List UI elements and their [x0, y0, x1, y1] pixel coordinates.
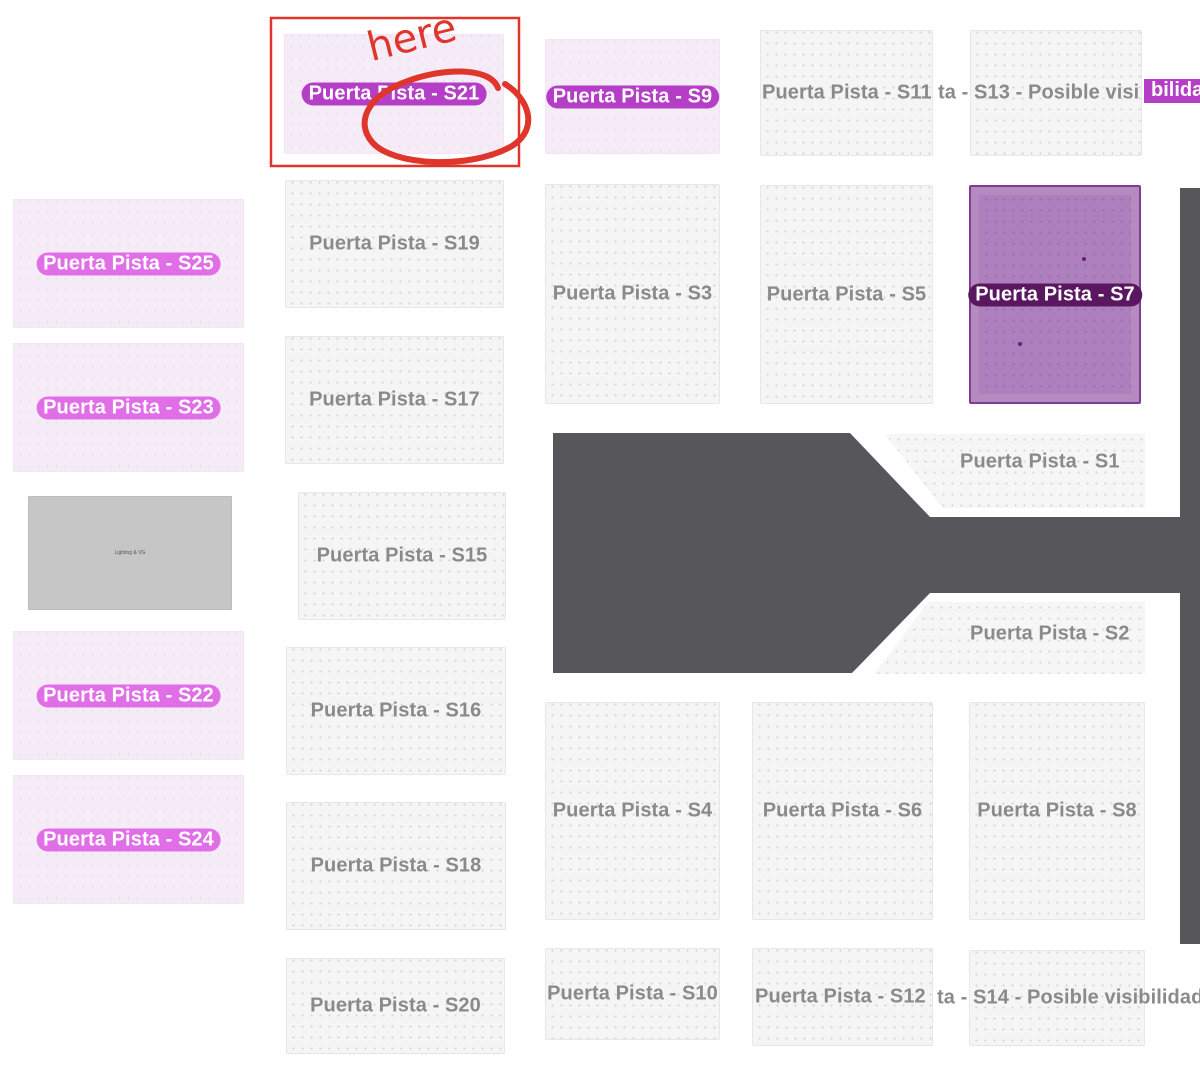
section-s5[interactable]: Puerta Pista - S5 — [760, 185, 933, 404]
section-label: Puerta Pista - S12 — [755, 985, 926, 1008]
section-s1[interactable]: Puerta Pista - S1 — [885, 434, 1145, 508]
section-label: Puerta Pista - S5 — [766, 283, 927, 305]
section-s22[interactable]: Puerta Pista - S22 — [13, 631, 244, 760]
section-s4[interactable]: Puerta Pista - S4 — [545, 702, 720, 920]
section-label: Puerta Pista - S4 — [552, 799, 713, 822]
section-s13-label-cut: bilidad — [1144, 79, 1200, 103]
section-s6[interactable]: Puerta Pista - S6 — [752, 702, 933, 920]
seat-marker — [1082, 257, 1086, 261]
section-label: Puerta Pista - S24 — [36, 828, 221, 851]
section-label: Puerta Pista - S10 — [547, 982, 718, 1005]
lighting-vg-area: Lighting & VG — [28, 496, 232, 610]
section-s7[interactable]: Puerta Pista - S7 — [968, 185, 1142, 404]
section-s8[interactable]: Puerta Pista - S8 — [969, 702, 1145, 920]
section-label: Puerta Pista - S22 — [36, 684, 221, 707]
section-label: Puerta Pista - S8 — [977, 799, 1137, 822]
section-s17[interactable]: Puerta Pista - S17 — [285, 336, 504, 464]
section-label: ta - S13 - Posible visi — [938, 81, 1140, 104]
section-s19[interactable]: Puerta Pista - S19 — [285, 180, 504, 308]
section-label: Puerta Pista - S16 — [310, 699, 482, 722]
section-label: Puerta Pista - S17 — [309, 388, 480, 411]
section-s11[interactable]: Puerta Pista - S11 — [760, 30, 933, 156]
venue-seat-map: Puerta Pista - S21 Puerta Pista - S9 Pue… — [0, 0, 1200, 1077]
section-label: Puerta Pista - S19 — [309, 232, 480, 255]
section-label: ta - S14 - Posible visibilidad — [937, 986, 1200, 1009]
section-label: Puerta Pista - S11 — [762, 81, 932, 104]
section-label: Puerta Pista - S25 — [36, 252, 221, 275]
section-label: Puerta Pista - S3 — [552, 282, 713, 305]
section-s16[interactable]: Puerta Pista - S16 — [286, 647, 506, 775]
section-s25[interactable]: Puerta Pista - S25 — [13, 199, 244, 328]
section-label: Puerta Pista - S18 — [310, 854, 482, 877]
lighting-label: Lighting & VG — [114, 550, 146, 556]
section-s24[interactable]: Puerta Pista - S24 — [13, 775, 244, 904]
section-label: Puerta Pista - S15 — [316, 544, 488, 567]
section-label: Puerta Pista - S6 — [762, 799, 923, 822]
section-label: Puerta Pista - S7 — [968, 283, 1142, 306]
section-s10[interactable]: Puerta Pista - S10 — [545, 948, 720, 1040]
section-s9[interactable]: Puerta Pista - S9 — [545, 39, 720, 154]
seat-marker — [1018, 342, 1022, 346]
section-label: Puerta Pista - S23 — [36, 396, 221, 419]
section-s3[interactable]: Puerta Pista - S3 — [545, 184, 720, 404]
section-s15[interactable]: Puerta Pista - S15 — [298, 492, 506, 620]
section-label: Puerta Pista - S2 — [970, 622, 1130, 645]
section-s20[interactable]: Puerta Pista - S20 — [286, 958, 505, 1054]
section-s23[interactable]: Puerta Pista - S23 — [13, 343, 244, 472]
section-s12[interactable]: Puerta Pista - S12 — [752, 948, 933, 1046]
section-s18[interactable]: Puerta Pista - S18 — [286, 802, 506, 930]
section-label: Puerta Pista - S1 — [960, 450, 1120, 473]
section-s2[interactable]: Puerta Pista - S2 — [874, 602, 1145, 674]
section-label: Puerta Pista - S9 — [545, 85, 720, 108]
section-s13[interactable]: ta - S13 - Posible visi — [938, 30, 1142, 156]
section-label: Puerta Pista - S20 — [310, 994, 481, 1017]
section-s14[interactable]: ta - S14 - Posible visibilidad — [937, 950, 1200, 1046]
section-label: Puerta Pista - S21 — [301, 82, 487, 106]
